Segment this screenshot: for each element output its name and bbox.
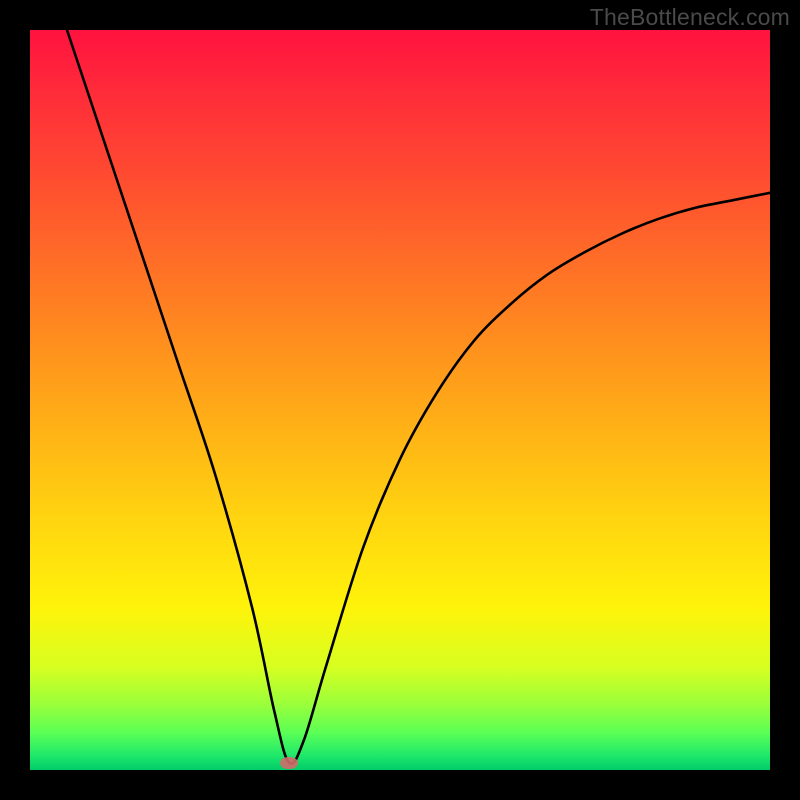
- minimum-marker: [280, 757, 298, 769]
- watermark-text: TheBottleneck.com: [590, 4, 790, 31]
- bottleneck-curve: [30, 30, 770, 770]
- plot-area: [30, 30, 770, 770]
- chart-frame: TheBottleneck.com: [0, 0, 800, 800]
